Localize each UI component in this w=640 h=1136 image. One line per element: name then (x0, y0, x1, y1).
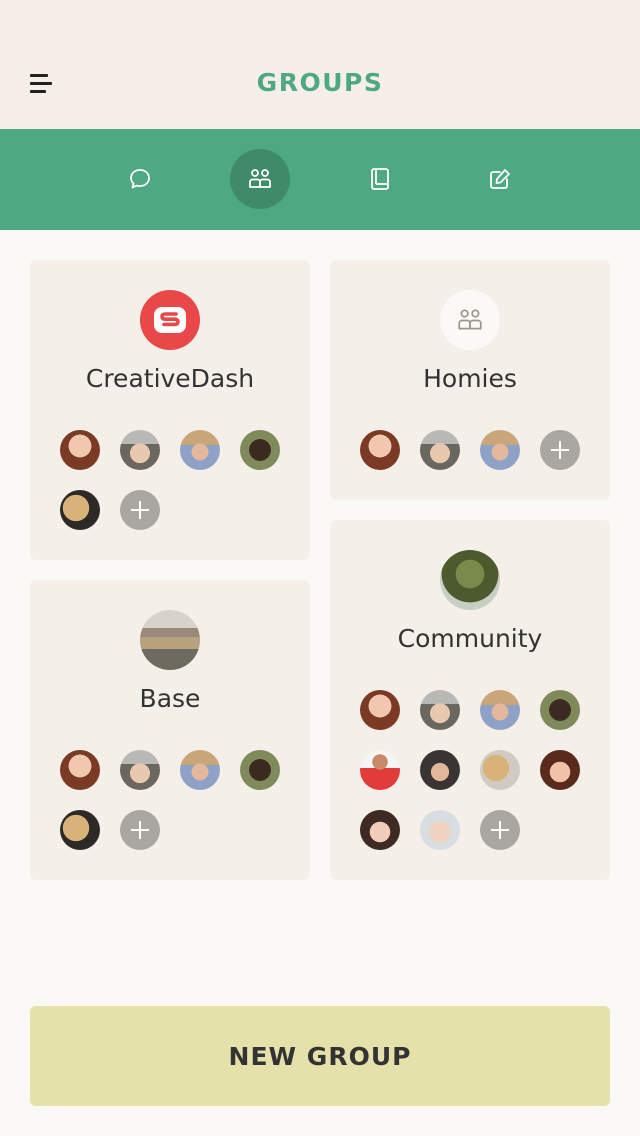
tab-edit[interactable] (470, 149, 530, 209)
plus-icon (131, 821, 149, 839)
member-avatar[interactable] (360, 430, 400, 470)
member-avatar[interactable] (240, 430, 280, 470)
new-group-button[interactable]: NEW GROUP (30, 1006, 610, 1106)
group-card-creativedash[interactable]: CreativeDash (30, 260, 310, 560)
member-avatar[interactable] (540, 750, 580, 790)
book-icon (371, 168, 389, 190)
member-avatar[interactable] (120, 430, 160, 470)
member-avatar[interactable] (540, 690, 580, 730)
page-title: GROUPS (256, 68, 384, 97)
group-card-base[interactable]: Base (30, 580, 310, 880)
add-member-button[interactable] (120, 490, 160, 530)
landscape-photo-icon (140, 610, 200, 670)
tab-chat[interactable] (110, 149, 170, 209)
member-avatar[interactable] (120, 750, 160, 790)
member-avatar[interactable] (360, 810, 400, 850)
add-member-button[interactable] (120, 810, 160, 850)
member-avatar[interactable] (180, 430, 220, 470)
header: GROUPS (0, 0, 640, 129)
member-avatar[interactable] (420, 430, 460, 470)
member-avatar[interactable] (240, 750, 280, 790)
member-avatar[interactable] (360, 690, 400, 730)
groups-icon (440, 290, 500, 350)
plus-icon (491, 821, 509, 839)
chat-bubble-icon (130, 169, 150, 189)
group-name: Base (139, 684, 201, 713)
member-avatar[interactable] (60, 490, 100, 530)
member-avatar[interactable] (480, 430, 520, 470)
member-avatar[interactable] (420, 690, 460, 730)
tab-bar (0, 129, 640, 230)
group-name: Homies (423, 364, 517, 393)
member-avatar[interactable] (60, 810, 100, 850)
tab-groups[interactable] (230, 149, 290, 209)
member-avatar[interactable] (60, 750, 100, 790)
member-avatar[interactable] (480, 690, 520, 730)
group-name: Community (397, 624, 543, 653)
group-card-community[interactable]: Community (330, 520, 610, 880)
groups-icon (249, 169, 271, 188)
tab-book[interactable] (350, 149, 410, 209)
add-member-button[interactable] (540, 430, 580, 470)
member-avatar[interactable] (180, 750, 220, 790)
add-member-button[interactable] (480, 810, 520, 850)
member-avatar[interactable] (360, 750, 400, 790)
member-avatar[interactable] (420, 810, 460, 850)
group-name: CreativeDash (85, 364, 255, 393)
plus-icon (131, 501, 149, 519)
creativedash-logo-icon (140, 290, 200, 350)
plant-photo-icon (440, 550, 500, 610)
group-card-homies[interactable]: Homies (330, 260, 610, 500)
edit-icon (490, 169, 510, 189)
member-avatar[interactable] (480, 750, 520, 790)
plus-icon (551, 441, 569, 459)
member-avatar[interactable] (60, 430, 100, 470)
member-avatar[interactable] (420, 750, 460, 790)
